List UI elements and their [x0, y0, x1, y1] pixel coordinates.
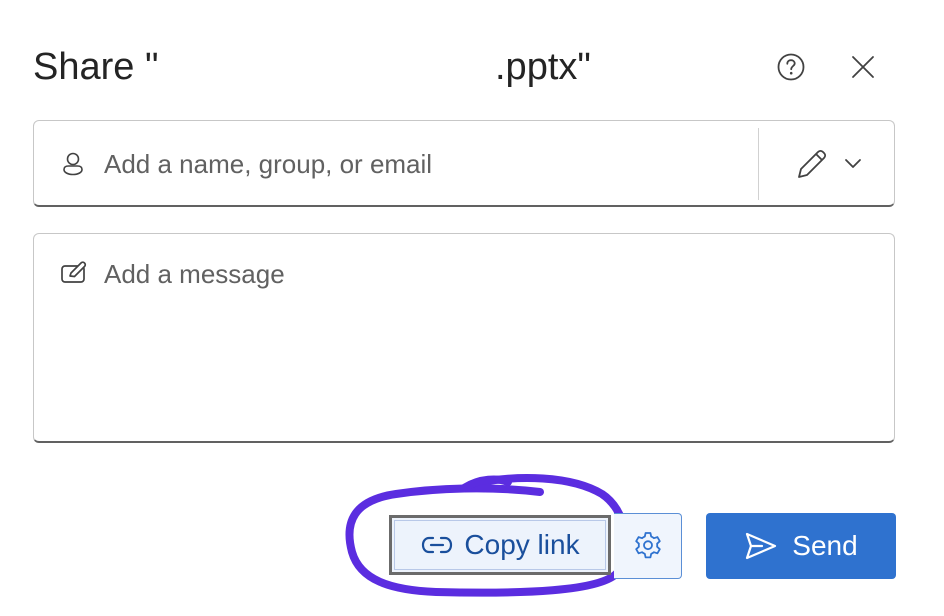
chevron-down-icon — [845, 159, 861, 168]
link-icon — [422, 536, 453, 554]
edit-note-icon — [61, 261, 87, 283]
help-button[interactable] — [771, 47, 811, 87]
dialog-title-suffix: .pptx" — [495, 46, 591, 88]
send-icon — [746, 532, 777, 560]
help-circle-icon — [777, 53, 805, 81]
message-input[interactable] — [104, 254, 874, 424]
close-button[interactable] — [843, 47, 883, 87]
gear-icon — [634, 532, 661, 559]
recipient-input[interactable] — [104, 143, 744, 185]
person-icon — [63, 152, 83, 176]
copy-link-button[interactable]: Copy link — [389, 515, 611, 575]
link-settings-button[interactable] — [614, 513, 682, 579]
send-button[interactable]: Send — [706, 513, 896, 579]
permission-dropdown-button[interactable] — [774, 135, 884, 193]
pencil-icon — [798, 149, 827, 178]
copy-link-label: Copy link — [464, 529, 580, 560]
message-field[interactable] — [33, 233, 895, 443]
close-icon — [852, 56, 874, 78]
permission-divider — [758, 128, 759, 200]
dialog-title-prefix: Share " — [33, 46, 159, 88]
send-label: Send — [792, 530, 858, 561]
recipient-field[interactable] — [33, 120, 895, 207]
dialog-header: Share " .pptx" — [0, 0, 944, 120]
